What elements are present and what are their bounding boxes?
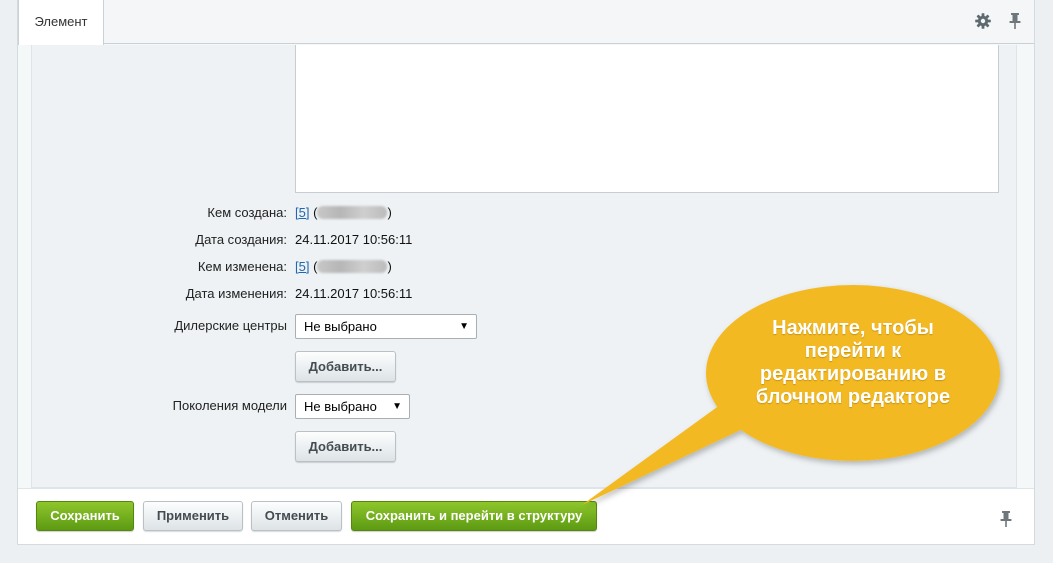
dealers-select[interactable]: Не выбрано ▼ [295, 314, 477, 339]
tab-bar: Элемент [18, 0, 1034, 45]
modified-date-label: Дата изменения: [185, 286, 287, 301]
blurred-username [317, 206, 388, 219]
modified-by-label: Кем изменена: [197, 259, 287, 274]
blurred-username [317, 260, 388, 273]
paren-close: ) [387, 205, 392, 220]
description-textarea[interactable] [295, 45, 999, 193]
callout-text: Нажмите, чтобы перейти к редактированию … [755, 317, 951, 408]
dealers-add-button[interactable]: Добавить... [295, 351, 396, 382]
pin-icon[interactable] [1006, 12, 1024, 30]
save-and-go-to-structure-button[interactable]: Сохранить и перейти в структуру [351, 501, 597, 531]
created-by-value: [5] () [295, 205, 392, 220]
dealers-label: Дилерские центры [174, 318, 287, 333]
created-by-label: Кем создана: [207, 205, 287, 220]
tab-tools [974, 12, 1024, 30]
modified-date-value: 24.11.2017 10:56:11 [295, 286, 413, 301]
modified-by-row: Кем изменена: [5] () [32, 257, 1018, 277]
modified-by-user-link[interactable]: [5] [295, 259, 309, 274]
chevron-down-icon: ▼ [459, 321, 469, 332]
generations-add-button[interactable]: Добавить... [295, 431, 396, 462]
created-date-row: Дата создания: 24.11.2017 10:56:11 [32, 230, 1018, 250]
apply-button[interactable]: Применить [143, 501, 243, 531]
generations-select[interactable]: Не выбрано ▼ [295, 394, 410, 419]
generations-select-value: Не выбрано [304, 399, 377, 414]
dealers-select-value: Не выбрано [304, 319, 377, 334]
created-date-label: Дата создания: [195, 232, 287, 247]
modified-by-value: [5] () [295, 259, 392, 274]
generations-label: Поколения модели [172, 398, 287, 413]
save-button[interactable]: Сохранить [36, 501, 134, 531]
created-by-row: Кем создана: [5] () [32, 203, 1018, 223]
created-by-user-link[interactable]: [5] [295, 205, 309, 220]
tab-element[interactable]: Элемент [18, 0, 104, 45]
cancel-button[interactable]: Отменить [251, 501, 342, 531]
chevron-down-icon: ▼ [392, 401, 402, 412]
created-date-value: 24.11.2017 10:56:11 [295, 232, 413, 247]
gear-icon[interactable] [974, 12, 992, 30]
paren-close: ) [387, 259, 392, 274]
